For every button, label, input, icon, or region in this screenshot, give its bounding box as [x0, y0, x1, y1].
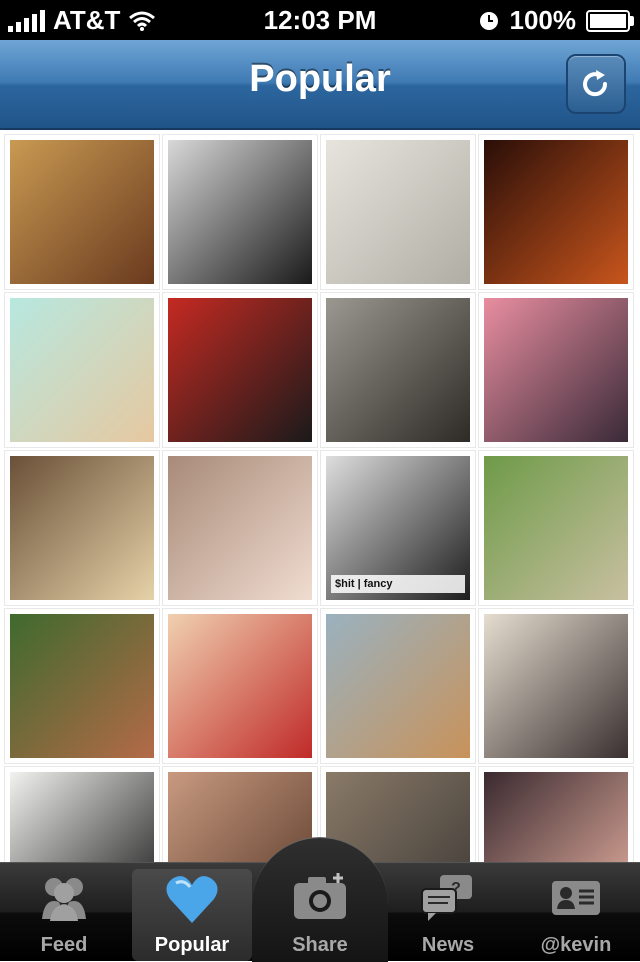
profile-card-icon	[552, 881, 600, 915]
photo-image	[168, 298, 312, 442]
photo-thumbnail[interactable]	[4, 608, 160, 764]
photo-thumbnail[interactable]: THANK YOU IG FRIENDS FOR FOLLOWING LIKIN…	[4, 766, 160, 862]
photo-thumbnail[interactable]	[478, 608, 634, 764]
tab-share-label: Share	[292, 934, 348, 956]
tab-feed[interactable]: Feed	[0, 863, 128, 961]
photo-thumbnail[interactable]	[4, 450, 160, 606]
photo-image	[326, 140, 470, 284]
photo-thumbnail[interactable]	[478, 134, 634, 290]
photo-thumbnail[interactable]	[320, 134, 476, 290]
battery-percent: 100%	[509, 5, 577, 35]
photo-image	[10, 298, 154, 442]
photo-thumbnail[interactable]	[478, 766, 634, 862]
refresh-icon	[583, 70, 608, 97]
tab-popular-label: Popular	[154, 934, 230, 956]
tab-feed-label: Feed	[40, 934, 88, 956]
photo-thumbnail[interactable]	[162, 292, 318, 448]
tab-news[interactable]: ? News	[384, 863, 512, 961]
battery-icon	[586, 9, 634, 32]
photo-image	[10, 614, 154, 758]
photo-image	[326, 298, 470, 442]
photo-thumbnail[interactable]	[320, 292, 476, 448]
status-right: 100%	[478, 5, 634, 36]
refresh-button[interactable]	[566, 54, 626, 114]
speech-bubbles-icon: ?	[421, 875, 472, 921]
tab-profile[interactable]: @kevin	[512, 863, 640, 961]
photo-thumbnail[interactable]	[478, 292, 634, 448]
tab-bar: Feed Popular Share ? News @kevin	[0, 837, 640, 962]
camera-icon	[294, 873, 346, 919]
photo-thumbnail[interactable]: $hit | fancy	[320, 450, 476, 606]
page-title: Popular	[249, 58, 391, 100]
photo-image	[168, 140, 312, 284]
heart-icon	[166, 876, 218, 923]
people-icon	[42, 878, 86, 921]
tab-profile-label: @kevin	[540, 934, 612, 956]
photo-image	[10, 456, 154, 600]
tab-news-label: News	[421, 934, 475, 956]
photo-image	[10, 140, 154, 284]
photo-thumbnail[interactable]	[4, 292, 160, 448]
photo-image	[484, 140, 628, 284]
alarm-clock-icon	[479, 11, 498, 30]
photo-image	[10, 772, 154, 862]
photo-thumbnail[interactable]	[162, 608, 318, 764]
status-bar: AT&T 12:03 PM 100%	[0, 0, 640, 40]
photo-thumbnail[interactable]	[320, 608, 476, 764]
photo-thumbnail[interactable]	[478, 450, 634, 606]
photo-grid: $hit | fancy THANK YOU IG FRIENDS FOR FOL…	[0, 130, 640, 862]
photo-image	[484, 614, 628, 758]
photo-image	[484, 298, 628, 442]
tab-share[interactable]: Share	[256, 863, 384, 961]
photo-image	[484, 772, 628, 862]
photo-image	[326, 614, 470, 758]
navigation-bar: Popular	[0, 40, 640, 130]
photo-thumbnail[interactable]	[162, 134, 318, 290]
photo-thumbnail[interactable]	[4, 134, 160, 290]
photo-image	[484, 456, 628, 600]
tab-popular[interactable]: Popular	[132, 869, 252, 961]
photo-caption: $hit | fancy	[331, 575, 465, 593]
photo-image	[168, 456, 312, 600]
photo-thumbnail[interactable]	[162, 450, 318, 606]
photo-image	[168, 614, 312, 758]
